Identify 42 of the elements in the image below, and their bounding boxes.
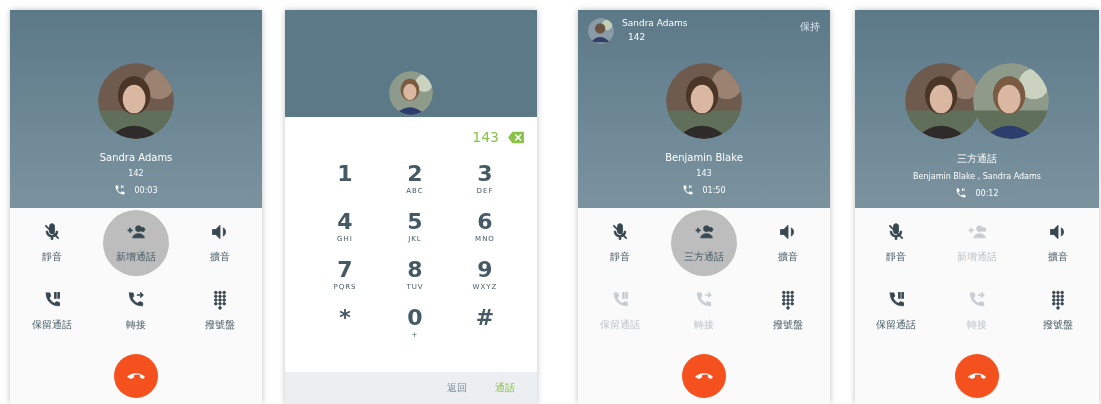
- hang-up-icon: [968, 373, 986, 379]
- caller-number: Benjamin Blake , Sandra Adams: [913, 172, 1041, 181]
- call-action-button[interactable]: 靜音: [587, 210, 653, 276]
- call-action-button[interactable]: 新增通話: [103, 210, 169, 276]
- caller-number: 142: [627, 32, 647, 42]
- call-status: 保持: [800, 20, 820, 34]
- phone-icon: [114, 184, 127, 196]
- caller-number: 142: [128, 169, 144, 178]
- hang-up-icon: [127, 373, 145, 379]
- call-action-button[interactable]: 撥號盤: [755, 278, 821, 344]
- dial-key[interactable]: 1: [323, 159, 367, 203]
- dialed-number: 143: [472, 129, 499, 145]
- end-call-button[interactable]: [955, 354, 999, 398]
- end-call-button[interactable]: [114, 354, 158, 398]
- call-action-button[interactable]: 靜音: [19, 210, 85, 276]
- backspace-icon[interactable]: [507, 130, 525, 144]
- microphone-off-icon: [610, 222, 630, 242]
- call-duration: 00:03: [134, 185, 158, 195]
- caller-name: Sandra Adams: [622, 18, 688, 28]
- caller-name: 三方通話: [957, 152, 997, 166]
- call-duration: 00:12: [975, 188, 999, 198]
- caller-number: 143: [696, 169, 712, 178]
- dial-key[interactable]: *: [323, 303, 367, 347]
- call-action-button[interactable]: 靜音: [862, 210, 929, 276]
- caller-name: Benjamin Blake: [665, 152, 743, 163]
- hang-up-icon: [695, 373, 713, 379]
- call-action-button[interactable]: 撥號盤: [1025, 278, 1092, 344]
- phone-icon: [955, 187, 968, 199]
- call-duration: 01:50: [702, 185, 726, 195]
- call-action-button[interactable]: 擴音: [187, 210, 253, 276]
- caller-name: Sandra Adams: [99, 152, 173, 163]
- end-call-button[interactable]: [682, 354, 726, 398]
- call-action-button[interactable]: 三方通話: [671, 210, 737, 276]
- call-action-button[interactable]: 撥號盤: [187, 278, 253, 344]
- call-action-button[interactable]: 擴音: [1025, 210, 1092, 276]
- microphone-off-icon: [42, 222, 62, 242]
- call-action-button[interactable]: 保留通話: [862, 278, 929, 344]
- dial-key[interactable]: #: [463, 303, 507, 347]
- call-action-button[interactable]: 保留通話: [19, 278, 85, 344]
- phone-icon: [682, 184, 695, 196]
- call-action-button[interactable]: 擴音: [755, 210, 821, 276]
- call-action-button[interactable]: 轉接: [103, 278, 169, 344]
